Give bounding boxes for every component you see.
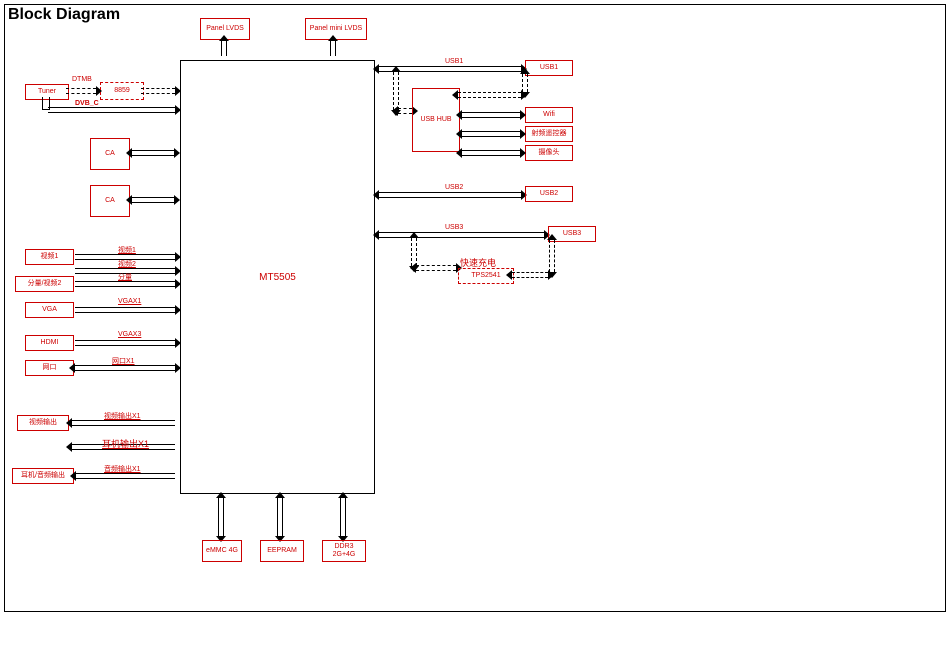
usb1-label: USB1	[445, 58, 463, 65]
usb2-label: USB2	[445, 184, 463, 191]
arrow-tps-usb3-v	[549, 240, 555, 272]
arrow-ca2	[132, 197, 174, 203]
ca1-box: CA	[90, 138, 130, 170]
arrow-dtmb	[66, 88, 96, 94]
video2-label: 视频2	[118, 259, 136, 269]
dtmb-label: DTMB	[72, 76, 92, 83]
arrow-wifi	[462, 112, 520, 118]
video-out-box: 视频输出	[17, 415, 69, 431]
vgax1-label: VGAX1	[118, 298, 141, 305]
arrow-fc-h	[416, 265, 456, 271]
arrow-hub-h	[398, 108, 412, 114]
arrow-hub-usb1-v	[522, 74, 528, 92]
usb2-box: USB2	[525, 186, 573, 202]
arrow-eepram	[277, 498, 283, 536]
eepram-box: EEPRAM	[260, 540, 304, 562]
arrow-lvds	[221, 41, 227, 56]
hp-audio-out-box: 耳机/音频输出	[12, 468, 74, 484]
camera-box: 摄像头	[525, 145, 573, 161]
arrow-mini-lvds	[330, 41, 336, 56]
arrow-vgax1	[75, 307, 175, 313]
comp-video2-box: 分量/视频2	[15, 276, 74, 292]
hp-x1-label: 耳机输出X1	[102, 437, 149, 450]
video1-label: 视频1	[118, 245, 136, 255]
ddr3-box: DDR3 2G+4G	[322, 540, 366, 562]
arrow-rf	[462, 131, 520, 137]
usb3-label: USB3	[445, 224, 463, 231]
usb1-box: USB1	[525, 60, 573, 76]
arrow-ca1	[132, 150, 174, 156]
arrow-camera	[462, 150, 520, 156]
main-chip: MT5505	[180, 60, 375, 494]
arrow-fc-v	[411, 238, 417, 266]
vgax3-label: VGAX3	[118, 331, 141, 338]
arrow-vgax3	[75, 340, 175, 346]
rf-remote-box: 射频遥控器	[525, 126, 573, 142]
vga-box: VGA	[25, 302, 74, 318]
arrow-tps-usb3	[512, 272, 548, 278]
arrow-emmc	[218, 498, 224, 536]
ca2-box: CA	[90, 185, 130, 217]
net-box: 网口	[25, 360, 74, 376]
8859-box: 8859	[100, 82, 144, 100]
arrow-hub-usb1	[458, 92, 521, 98]
comp-label: 分量	[118, 272, 132, 282]
hdmi-box: HDMI	[25, 335, 74, 351]
dvbc-label: DVB_C	[75, 100, 99, 107]
netx1-label: 网口X1	[112, 356, 135, 366]
video-out-x1-label: 视频输出X1	[104, 411, 141, 421]
arrow-usb3	[379, 232, 544, 238]
wifi-box: Wifi	[525, 107, 573, 123]
page-title: Block Diagram	[8, 6, 120, 24]
arrow-dvbc	[48, 107, 175, 113]
arrow-hub-down	[393, 72, 399, 110]
arrow-8859	[141, 88, 175, 94]
audio-out-x1-label: 音频输出X1	[104, 464, 141, 474]
arrow-ddr3	[340, 498, 346, 536]
arrow-usb2	[379, 192, 521, 198]
emmc-box: eMMC 4G	[202, 540, 242, 562]
video1-box: 视频1	[25, 249, 74, 265]
